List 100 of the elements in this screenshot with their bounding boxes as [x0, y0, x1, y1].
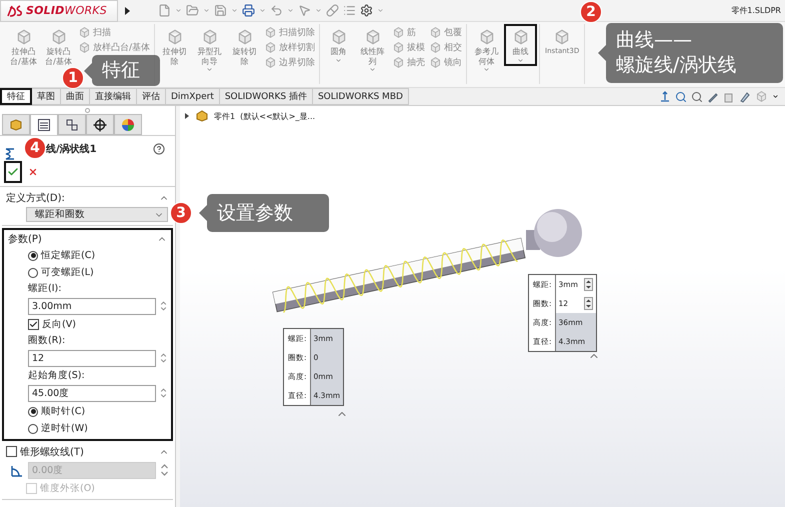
expand-arrow-icon[interactable]: [122, 6, 132, 16]
folder-icon[interactable]: [186, 4, 199, 17]
callout-text: 设置参数: [217, 200, 294, 226]
ribbon-tab[interactable]: SOLIDWORKS 插件: [220, 88, 313, 105]
ribbon-tool[interactable]: 扫描切除: [279, 26, 316, 39]
cube-icon: [264, 26, 278, 39]
logo-text: SOLIDWORKS: [26, 4, 107, 17]
panel-tab[interactable]: [86, 114, 114, 135]
field-label: 起始角度(S):: [27, 369, 86, 382]
panel-tab[interactable]: [58, 114, 86, 135]
expand-arrow-icon[interactable]: [184, 113, 190, 119]
ribbon-tab[interactable]: 曲面: [61, 88, 90, 105]
cube-icon: [264, 56, 278, 69]
crosshair-icon: [93, 118, 107, 132]
cube-icon: [392, 41, 406, 54]
settings-icon[interactable]: [360, 4, 373, 17]
cube-icon: [392, 26, 406, 39]
checkbox[interactable]: [28, 319, 39, 330]
number-field[interactable]: 12: [28, 350, 156, 366]
ribbon-tool[interactable]: 筋: [407, 26, 416, 39]
spin-button[interactable]: [584, 297, 593, 310]
printer-icon[interactable]: [242, 4, 255, 17]
undo-icon[interactable]: [270, 4, 283, 17]
feature-tree-icon: [9, 118, 23, 132]
help-icon[interactable]: [153, 143, 165, 155]
ribbon-tab[interactable]: 草图: [32, 88, 61, 105]
checkbox[interactable]: [6, 446, 17, 457]
part-icon: [195, 110, 209, 122]
cube-icon: [429, 41, 442, 54]
zoom-area-icon[interactable]: [691, 90, 703, 102]
color-wheel-icon: [121, 118, 135, 132]
section-title: 参数(P): [8, 232, 43, 246]
ribbon-tool[interactable]: 旋转切除: [227, 24, 262, 68]
ribbon-tool[interactable]: 曲线: [504, 24, 538, 66]
helix-icon: [4, 147, 16, 161]
panel-tab[interactable]: [30, 114, 58, 135]
check-icon: [7, 166, 19, 178]
ribbon-tab[interactable]: SOLIDWORKS MBD: [312, 88, 409, 105]
ribbon-tool[interactable]: 圆角: [322, 24, 356, 66]
field-label: 螺距(I):: [27, 282, 62, 295]
pointer-icon[interactable]: [298, 4, 311, 17]
number-field[interactable]: 3.00mm: [28, 298, 156, 314]
drag-handle[interactable]: [85, 108, 90, 112]
radio-label: 逆时针(W): [41, 422, 88, 435]
callout-text: 特征: [102, 58, 141, 83]
cube-icon: [264, 41, 278, 54]
tree-item[interactable]: 零件1 (默认<<默认>_显...: [214, 110, 316, 122]
cube-icon: [78, 26, 91, 39]
field-label: 圈数(R):: [27, 334, 66, 347]
ribbon-tool[interactable]: 旋转凸台/基体: [41, 24, 76, 68]
ok-button[interactable]: [4, 161, 22, 183]
ribbon-tab[interactable]: 特征: [0, 88, 32, 105]
zoom-icon[interactable]: [675, 90, 687, 102]
ribbon-tool[interactable]: 线性阵列: [355, 24, 390, 76]
capsule-icon[interactable]: [326, 4, 339, 17]
property-list-icon: [37, 118, 51, 132]
configuration-icon: [65, 118, 79, 132]
save-icon[interactable]: [214, 4, 227, 17]
radio-button[interactable]: [28, 268, 38, 278]
caret-icon[interactable]: [772, 93, 779, 100]
feature-title: 线/涡状线1: [46, 142, 97, 156]
cube-icon: [429, 56, 442, 69]
ball-end-drawing: [526, 209, 582, 257]
ribbon-tab[interactable]: 直接编辑: [90, 88, 137, 105]
checkbox-label: 锥度外张(O): [40, 482, 95, 495]
cube-icon: [392, 56, 406, 69]
radio-button[interactable]: [28, 406, 38, 416]
ribbon-tool[interactable]: 拔模: [407, 41, 426, 54]
cube-icon: [78, 41, 91, 54]
number-field[interactable]: 45.00度: [28, 384, 156, 402]
axis-icon[interactable]: [659, 90, 671, 102]
ribbon-tool[interactable]: 边界切除: [279, 56, 316, 69]
radio-label: 恒定螺距(C): [41, 249, 96, 262]
ribbon-tool[interactable]: 拉伸凸台/基体: [6, 24, 41, 68]
ribbon-tool[interactable]: 异型孔向导: [192, 24, 228, 76]
ribbon-tab[interactable]: DimXpert: [166, 88, 220, 105]
spin-button[interactable]: [584, 278, 593, 291]
ribbon-tool[interactable]: 扫描: [93, 26, 111, 39]
radio-button[interactable]: [28, 424, 38, 434]
ribbon-tab[interactable]: 评估: [137, 88, 166, 105]
radio-label: 可变螺距(L): [41, 266, 94, 279]
ribbon-tool[interactable]: 放样切割: [279, 41, 316, 54]
radio-button[interactable]: [28, 250, 38, 260]
cancel-icon[interactable]: [28, 167, 38, 177]
ribbon-tool[interactable]: 拉伸切除: [157, 24, 192, 68]
new-file-icon[interactable]: [158, 4, 171, 17]
section-title: 锥形螺纹线(T): [20, 446, 85, 458]
ribbon-tool[interactable]: 抽壳: [407, 56, 426, 69]
cube-icon: [429, 26, 442, 39]
ribbon-tool[interactable]: 参考几何体: [469, 24, 504, 76]
radio-label: 顺时针(C): [41, 405, 86, 418]
list-icon[interactable]: [343, 4, 356, 17]
section-title: 定义方式(D):: [6, 192, 66, 204]
ribbon-tool[interactable]: 镜向: [444, 56, 462, 69]
checkbox-label: 反向(V): [42, 318, 76, 331]
ribbon-tool[interactable]: 放样凸台/基体: [93, 41, 150, 54]
ribbon-tool[interactable]: 相交: [444, 41, 462, 54]
logo-mark-icon: [7, 4, 23, 16]
ribbon-tool[interactable]: 包覆: [444, 26, 462, 39]
dropdown[interactable]: 螺距和圈数: [26, 207, 168, 222]
